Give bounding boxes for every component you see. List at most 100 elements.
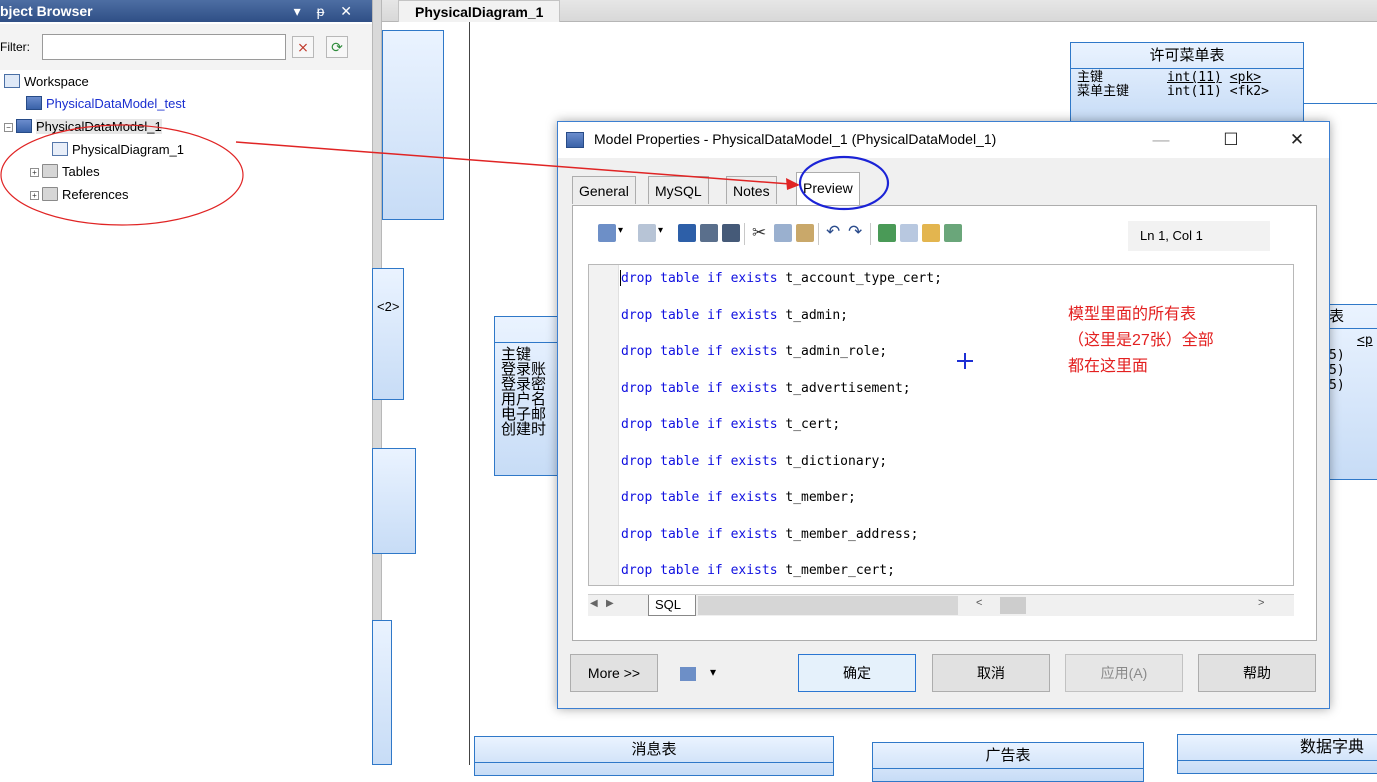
check-icon[interactable] [944,224,962,242]
save-icon[interactable] [678,224,696,242]
entity-partial-left-4[interactable] [372,620,392,765]
entity-row: 主键 int(11) <pk> [1077,71,1297,85]
column-name: 创建时 [501,421,547,438]
clear-filter-icon[interactable]: ⨯ [292,36,314,58]
chevron-down-icon[interactable]: ▾ [658,225,663,236]
entity-dictionary[interactable]: 数据字典 [1177,734,1377,774]
sql-line: drop table if exists t_cert; [621,417,840,432]
redo-icon[interactable]: ↷ [848,222,862,242]
tab-scroll-right-icon[interactable]: ▶ [606,598,614,609]
sql-keyword: drop table if exists [621,563,778,578]
apply-button[interactable]: 应用(A) [1065,654,1183,692]
maximize-button[interactable]: ☐ [1208,125,1254,155]
sql-keyword: drop table if exists [621,344,778,359]
panel-controls-icon[interactable]: ▾ ᵽ ✕ [294,0,358,22]
model-properties-dialog: Model Properties - PhysicalDataModel_1 (… [557,121,1330,709]
entity-advert[interactable]: 广告表 [872,742,1144,782]
filter-input[interactable] [42,34,286,60]
dialog-title: Model Properties - PhysicalDataModel_1 (… [594,131,997,147]
sql-keyword: drop table if exists [621,417,778,432]
close-button[interactable]: ✕ [1274,125,1320,155]
refresh-icon[interactable]: ⟳ [326,36,348,58]
column-type: 5) [1329,378,1345,393]
sql-table-name: t_member_address; [777,527,919,542]
tree-item-tables[interactable]: + Tables [30,162,100,182]
expand-icon[interactable]: + [30,168,39,177]
entity-permission-menu[interactable]: 许可菜单表 主键 int(11) <pk> 菜单主键 int(11) <fk2> [1070,42,1304,122]
reference-line [1304,103,1377,104]
entity-title: 许可菜单表 [1071,43,1303,69]
tree-item-label: PhysicalDiagram_1 [72,142,184,157]
tab-sql[interactable]: SQL [648,595,696,616]
physical-model-icon [26,96,42,110]
tab-physicaldiagram-1[interactable]: PhysicalDiagram_1 [398,0,561,22]
tree-item-references[interactable]: + References [30,185,128,205]
entity-title: 数据字典 [1178,735,1377,761]
entity-right-partial[interactable]: 表 <p 5) 5) 5) [1324,304,1377,480]
tree-item-physicaldiagram-1[interactable]: PhysicalDiagram_1 [52,140,184,160]
sql-table-name: t_admin; [777,308,848,323]
horizontal-scrollbar[interactable]: < > [972,596,1272,615]
refresh-preview-icon[interactable] [878,224,896,242]
chevron-down-icon[interactable]: ▾ [618,225,623,236]
tab-scroll-left-icon[interactable]: ◀ [590,598,598,609]
entity-title: 消息表 [475,737,833,763]
tree-item-label: PhysicalDataModel_1 [36,119,162,134]
chevron-down-icon[interactable]: ▾ [710,665,716,679]
cancel-button[interactable]: 取消 [932,654,1050,692]
tab-preview[interactable]: Preview [796,172,860,205]
object-browser-title: bject Browser [0,3,93,19]
edit-icon[interactable] [638,224,656,242]
help-button[interactable]: 帮助 [1198,654,1316,692]
cut-icon[interactable]: ✂ [752,223,766,243]
tree-item-physicaldatamodel-1[interactable]: − PhysicalDataModel_1 [4,117,162,137]
sql-keyword: drop table if exists [621,381,778,396]
sql-line: drop table if exists t_admin_role; [621,344,887,359]
entity-columns: <p 5) 5) 5) [1325,329,1377,397]
edit-script-icon[interactable] [922,224,940,242]
collapse-icon[interactable]: − [4,123,13,132]
entity-title: 表 [1325,305,1377,329]
scroll-thumb[interactable] [1000,597,1026,614]
tree-item-physicaldatamodel-test[interactable]: PhysicalDataModel_test [26,94,185,114]
scroll-left-icon[interactable]: < [976,597,982,609]
ok-button[interactable]: 确定 [798,654,916,692]
sql-keyword: drop table if exists [621,527,778,542]
entity-admin-partial[interactable]: 主键 登录账 登录密 用户名 电子邮 创建时 [494,316,564,476]
copy-icon[interactable] [774,224,792,242]
annotation-line: （这里是27张）全部 [1068,332,1214,349]
toolbar-separator [744,223,745,245]
diagram-icon [52,142,68,156]
editor-bottombar: ◀ ▶ SQL < > [588,594,1294,616]
physical-model-icon [16,119,32,133]
column-type: int(11) [1167,70,1222,85]
entity-partial-left-1[interactable] [382,30,444,220]
find-icon[interactable] [722,224,740,242]
undo-icon[interactable]: ↶ [826,222,840,242]
more-button[interactable]: More >> [570,654,658,692]
sql-keyword: drop table if exists [621,271,778,286]
print-icon[interactable] [700,224,718,242]
column-name: 电子邮 [501,406,547,423]
entity-partial-left-3[interactable] [372,448,416,554]
sql-line: drop table if exists t_advertisement; [621,381,911,396]
toolbar-separator [818,223,819,245]
expand-icon[interactable]: + [30,191,39,200]
tree-item-workspace[interactable]: Workspace [4,72,89,92]
entity-partial-left-2[interactable]: <2> [372,268,404,400]
list-icon[interactable] [680,667,696,681]
entity-columns: 主键 int(11) <pk> 菜单主键 int(11) <fk2> [1071,69,1303,101]
tab-general[interactable]: General [572,176,636,204]
column-key: <fk2> [1229,84,1269,99]
annotation-line: 模型里面的所有表 [1068,306,1197,323]
list-icon[interactable] [598,224,616,242]
tab-mysql[interactable]: MySQL [648,176,709,204]
object-browser-panel: bject Browser ▾ ᵽ ✕ Filter: ⨯ ⟳ Workspac… [0,0,372,765]
minimize-button[interactable]: — [1138,125,1184,155]
scroll-right-icon[interactable]: > [1258,597,1264,609]
properties-icon[interactable] [900,224,918,242]
paste-icon[interactable] [796,224,814,242]
tab-notes[interactable]: Notes [726,176,777,204]
editor-gutter [589,265,619,585]
entity-message[interactable]: 消息表 [474,736,834,776]
